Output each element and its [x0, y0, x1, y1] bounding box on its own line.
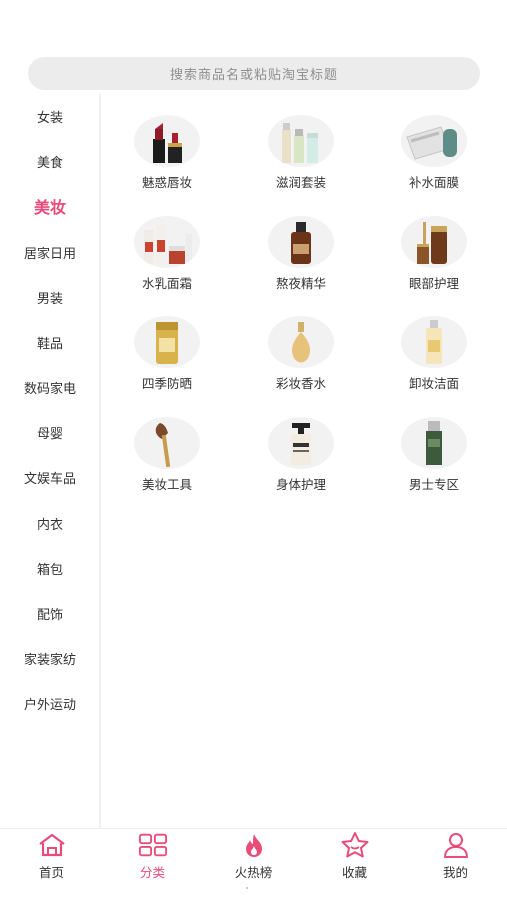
subcategory-skincare-set[interactable]: 滋润套装 — [236, 115, 366, 207]
star-icon — [340, 831, 370, 859]
sidebar-item-label: 配饰 — [36, 607, 63, 623]
sidebar-item-beauty[interactable]: 美妆 — [0, 191, 100, 221]
sidebar-item-label: 男装 — [36, 291, 63, 307]
tab-label: 分类 — [139, 865, 165, 880]
indicator-dot — [246, 887, 248, 889]
sidebar-item-men[interactable]: 男装 — [0, 282, 100, 312]
sidebar-item-accessories[interactable]: 配饰 — [0, 598, 100, 628]
flame-icon — [239, 831, 269, 859]
makeup-brush-icon — [134, 417, 200, 469]
lipstick-icon — [134, 115, 200, 167]
user-icon — [441, 831, 471, 859]
home-icon — [37, 831, 67, 859]
subcategory-label: 眼部护理 — [408, 276, 459, 291]
eye-care-icon — [401, 216, 467, 268]
sidebar-item-label: 箱包 — [36, 562, 63, 578]
subcategory-mens[interactable]: 男士专区 — [369, 417, 499, 509]
tab-label: 首页 — [38, 865, 64, 880]
search-placeholder: 搜索商品名或粘贴淘宝标题 — [169, 68, 338, 83]
sidebar-item-label: 美食 — [36, 155, 63, 171]
sidebar-item-label: 鞋品 — [36, 336, 63, 352]
search-input[interactable]: 搜索商品名或粘贴淘宝标题 — [28, 57, 480, 90]
subcategory-label: 美妆工具 — [141, 477, 192, 492]
bottom-tab-bar: 首页 分类 火热榜 收藏 我的 — [0, 828, 507, 900]
sidebar-item-label: 女装 — [36, 110, 63, 126]
sidebar-item-label: 内衣 — [36, 517, 63, 533]
category-grid-icon — [138, 831, 168, 859]
mens-product-icon — [401, 417, 467, 469]
subcategory-perfume[interactable]: 彩妆香水 — [236, 316, 366, 408]
sidebar-item-household[interactable]: 居家日用 — [0, 237, 100, 267]
subcategory-eye-care[interactable]: 眼部护理 — [369, 216, 499, 308]
sidebar-item-label: 户外运动 — [23, 697, 76, 713]
sidebar-item-outdoor[interactable]: 户外运动 — [0, 688, 100, 718]
sidebar-item-entertainment-car[interactable]: 文娱车品 — [0, 462, 100, 492]
tab-category[interactable]: 分类 — [102, 831, 203, 883]
body-lotion-icon — [268, 417, 334, 469]
subcategory-serum[interactable]: 熬夜精华 — [236, 216, 366, 308]
face-mask-icon — [401, 115, 467, 167]
subcategory-label: 滋润套装 — [275, 175, 326, 190]
sidebar-item-baby[interactable]: 母婴 — [0, 417, 100, 447]
serum-icon — [268, 216, 334, 268]
tab-profile[interactable]: 我的 — [405, 831, 506, 883]
tab-hot-list[interactable]: 火热榜 — [203, 831, 304, 883]
toner-cream-icon — [134, 216, 200, 268]
sidebar-item-label: 文娱车品 — [23, 471, 76, 487]
sidebar-item-label: 母婴 — [36, 426, 63, 442]
category-sidebar: 女装 美食 美妆 居家日用 男装 鞋品 数码家电 母婴 文娱车品 内衣 箱包 配… — [0, 94, 101, 828]
subcategory-label: 补水面膜 — [408, 175, 459, 190]
subcategory-label: 身体护理 — [275, 477, 326, 492]
subcategory-sunscreen[interactable]: 四季防晒 — [102, 316, 232, 408]
sidebar-item-shoes[interactable]: 鞋品 — [0, 327, 100, 357]
tab-label: 火热榜 — [234, 865, 273, 880]
subcategory-body-care[interactable]: 身体护理 — [236, 417, 366, 509]
sidebar-item-label: 美妆 — [33, 198, 66, 217]
subcategory-makeup-tools[interactable]: 美妆工具 — [102, 417, 232, 509]
sidebar-item-home-textile[interactable]: 家装家纺 — [0, 643, 100, 673]
sidebar-item-underwear[interactable]: 内衣 — [0, 508, 100, 538]
sidebar-item-label: 数码家电 — [23, 381, 76, 397]
subcategory-label: 熬夜精华 — [275, 276, 326, 291]
subcategory-label: 魅惑唇妆 — [141, 175, 192, 190]
sidebar-item-digital[interactable]: 数码家电 — [0, 372, 100, 402]
subcategory-label: 四季防晒 — [141, 376, 192, 391]
sidebar-item-food[interactable]: 美食 — [0, 146, 100, 176]
subcategory-label: 男士专区 — [408, 477, 459, 492]
subcategory-toner-cream[interactable]: 水乳面霜 — [102, 216, 232, 308]
subcategory-face-mask[interactable]: 补水面膜 — [369, 115, 499, 207]
subcategory-lipstick[interactable]: 魅惑唇妆 — [102, 115, 232, 207]
sidebar-item-bags[interactable]: 箱包 — [0, 553, 100, 583]
subcategory-label: 水乳面霜 — [141, 276, 192, 291]
tab-label: 收藏 — [341, 865, 367, 880]
subcategory-cleanser[interactable]: 卸妆洁面 — [369, 316, 499, 408]
sidebar-item-label: 家装家纺 — [23, 652, 76, 668]
tab-label: 我的 — [442, 865, 468, 880]
sunscreen-icon — [134, 316, 200, 368]
sidebar-item-label: 居家日用 — [23, 246, 76, 262]
tab-home[interactable]: 首页 — [1, 831, 102, 883]
perfume-icon — [268, 316, 334, 368]
sidebar-item-women[interactable]: 女装 — [0, 101, 100, 131]
tab-favorites[interactable]: 收藏 — [304, 831, 405, 883]
skincare-set-icon — [268, 115, 334, 167]
subcategory-label: 彩妆香水 — [275, 376, 326, 391]
subcategory-label: 卸妆洁面 — [408, 376, 459, 391]
cleanser-icon — [401, 316, 467, 368]
